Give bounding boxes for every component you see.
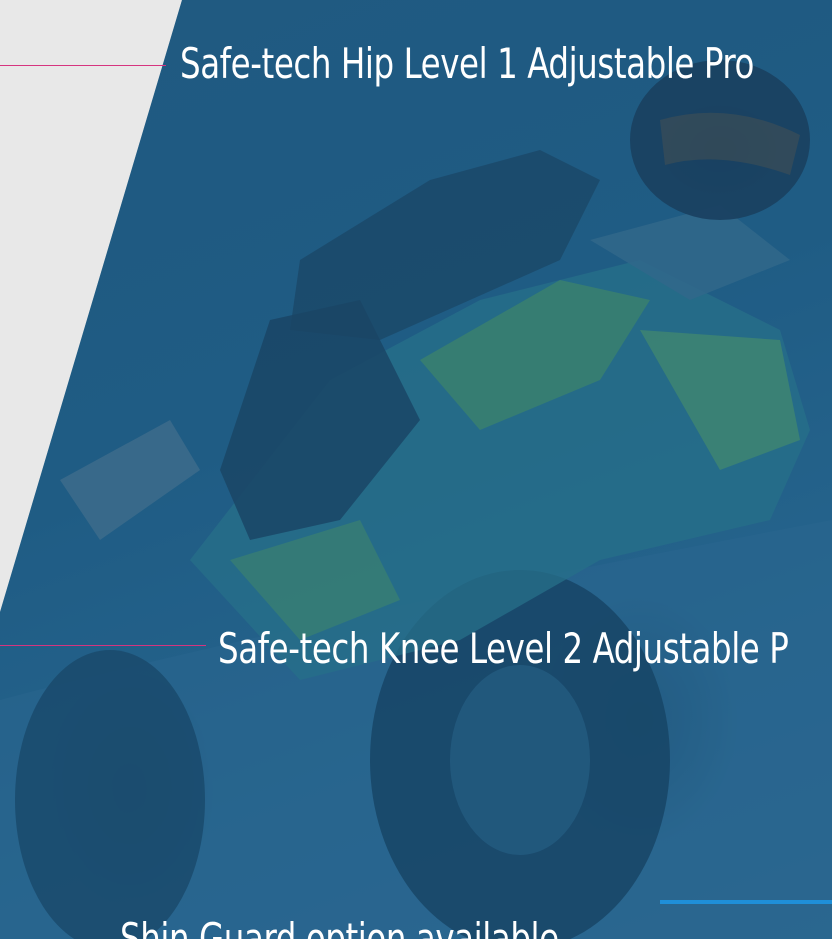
hip-protector-label: Safe-tech Hip Level 1 Adjustable Pro	[180, 39, 754, 88]
blue-tint-overlay	[0, 0, 832, 939]
accent-bar	[660, 900, 832, 904]
motorcycle-rider-photo	[0, 0, 832, 939]
knee-leader-line	[0, 645, 206, 646]
shin-guard-label: Shin Guard option available	[120, 914, 559, 939]
knee-protector-label: Safe-tech Knee Level 2 Adjustable P	[218, 624, 789, 673]
motorcycle-illustration	[0, 0, 832, 939]
product-feature-page: Safe-tech Hip Level 1 Adjustable Pro Saf…	[0, 0, 832, 939]
hip-leader-line	[0, 65, 166, 66]
